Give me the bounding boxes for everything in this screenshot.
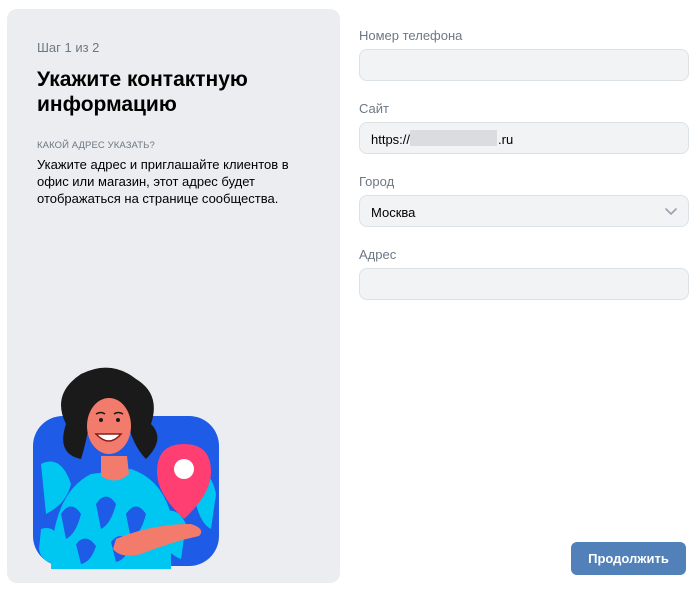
continue-button[interactable]: Продолжить [571, 542, 686, 575]
address-label: Адрес [359, 247, 397, 262]
hint-text: Укажите адрес и приглашайте клиентов в о… [37, 157, 289, 206]
site-label: Сайт [359, 101, 389, 116]
site-suffix: .ru [498, 132, 514, 147]
city-label: Город [359, 174, 395, 189]
city-select[interactable]: Москва [359, 195, 689, 227]
chevron-down-icon [665, 208, 677, 215]
city-value: Москва [371, 205, 416, 220]
site-prefix: https:// [371, 132, 411, 147]
address-input[interactable] [359, 268, 689, 300]
woman-with-location-pin-illustration [33, 367, 219, 569]
site-input[interactable]: https:// .ru [359, 122, 689, 154]
page-title: Укажите контактную информацию [37, 68, 248, 116]
phone-label: Номер телефона [359, 28, 463, 43]
step-indicator: Шаг 1 из 2 [37, 40, 100, 55]
hint-caption: КАКОЙ АДРЕС УКАЗАТЬ? [37, 140, 155, 151]
info-panel: Шаг 1 из 2 Укажите контактную информацию… [7, 9, 340, 583]
phone-input[interactable] [359, 49, 689, 81]
redacted-domain [410, 130, 497, 146]
